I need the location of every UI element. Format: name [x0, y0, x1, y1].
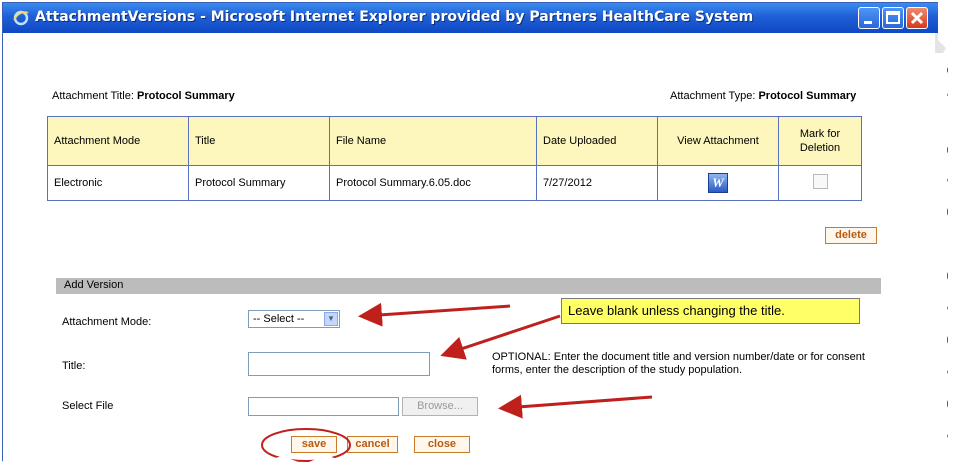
torn-edge-decoration: [0, 0, 954, 476]
